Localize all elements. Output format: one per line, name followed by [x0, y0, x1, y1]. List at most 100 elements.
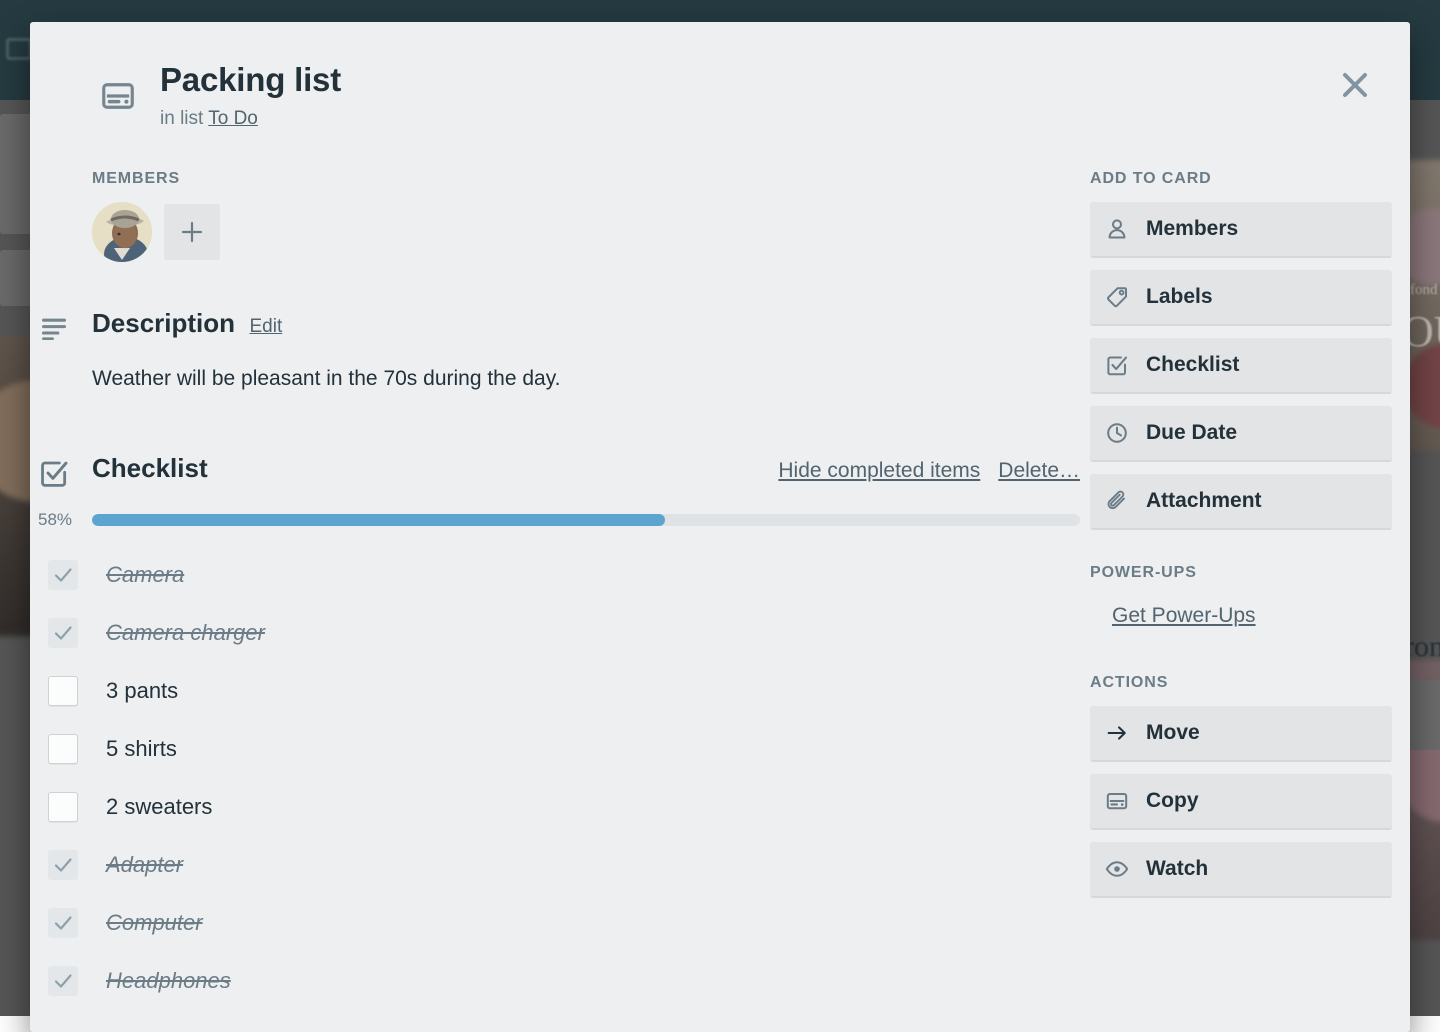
checklist-item[interactable]: 2 sweaters	[38, 778, 1080, 836]
checklist-progress: 58%	[38, 510, 1080, 530]
card-main-column: MEMBERS	[92, 170, 1080, 1010]
page-title: Packing list	[160, 62, 1410, 98]
power-ups-group: POWER-UPS Get Power-Ups	[1090, 564, 1392, 628]
sidebar-button-watch[interactable]: Watch	[1090, 842, 1392, 898]
checklist-item[interactable]: Camera charger	[38, 604, 1080, 662]
sidebar-button-due-date[interactable]: Due Date	[1090, 406, 1392, 462]
check-mark-icon	[52, 564, 74, 586]
checkbox-unchecked-icon[interactable]	[48, 792, 78, 822]
sidebar-button-label: Checklist	[1146, 353, 1239, 377]
checklist-header: Checklist Hide completed items Delete…	[92, 453, 1080, 484]
avatar-photo	[92, 202, 152, 262]
sidebar-button-label: Move	[1146, 721, 1200, 745]
checkbox-checked-icon[interactable]	[48, 618, 78, 648]
board-text-fragment: fond	[1410, 282, 1438, 299]
card-body: MEMBERS	[30, 170, 1410, 1010]
members-label: MEMBERS	[92, 170, 1080, 188]
description-edit-link[interactable]: Edit	[249, 316, 282, 337]
get-power-ups-link[interactable]: Get Power-Ups	[1112, 604, 1256, 628]
add-to-card-label: ADD TO CARD	[1090, 170, 1392, 188]
checklist-icon	[38, 457, 70, 489]
sidebar-button-label: Copy	[1146, 789, 1199, 813]
sidebar-button-checklist[interactable]: Checklist	[1090, 338, 1392, 394]
checkbox-checked-icon[interactable]	[48, 908, 78, 938]
checklist-item-label: 3 pants	[106, 678, 178, 704]
add-to-card-group: ADD TO CARD Members Labels Checklist Due Da…	[1090, 170, 1392, 530]
sidebar-button-members[interactable]: Members	[1090, 202, 1392, 258]
clock-icon	[1104, 420, 1130, 446]
sidebar-button-copy[interactable]: Copy	[1090, 774, 1392, 830]
checklist-item-label: 2 sweaters	[106, 794, 212, 820]
checklist-item-label: Headphones	[106, 968, 231, 994]
board-topbar-icon	[6, 38, 32, 60]
list-name-link[interactable]: To Do	[208, 108, 258, 129]
members-section: MEMBERS	[92, 170, 1080, 262]
description-text: Weather will be pleasant in the 70s duri…	[92, 365, 1080, 393]
arrow-right-icon	[1104, 720, 1130, 746]
checklist-item[interactable]: Camera	[38, 546, 1080, 604]
card-sidebar: ADD TO CARD Members Labels Checklist Due Da…	[1090, 170, 1392, 1010]
add-to-card-buttons: Members Labels Checklist Due Date Attachment	[1090, 202, 1392, 530]
checklist-item-label: Camera	[106, 562, 184, 588]
description-title: Description	[92, 308, 235, 338]
power-ups-label: POWER-UPS	[1090, 564, 1392, 582]
checklist-item[interactable]: Headphones	[38, 952, 1080, 1010]
card-icon	[100, 78, 136, 114]
actions-label: ACTIONS	[1090, 674, 1392, 692]
checklist-item-label: Computer	[106, 910, 203, 936]
card-detail-modal: Packing list in list To Do MEMBERS	[30, 22, 1410, 1032]
checklist-icon-glyph	[38, 457, 70, 489]
checkbox-checked-icon[interactable]	[48, 560, 78, 590]
description-lines-icon-glyph	[38, 312, 70, 344]
eye-icon	[1104, 856, 1130, 882]
card-header: Packing list in list To Do	[30, 22, 1410, 130]
members-row	[92, 202, 1080, 262]
checklist-section: Checklist Hide completed items Delete… 5…	[92, 453, 1080, 1010]
sidebar-button-label: Members	[1146, 217, 1238, 241]
paperclip-icon	[1104, 488, 1130, 514]
action-buttons: Move Copy Watch	[1090, 706, 1392, 898]
card-breadcrumb: in list To Do	[160, 108, 1410, 130]
sidebar-button-label: Due Date	[1146, 421, 1237, 445]
check-mark-icon	[52, 622, 74, 644]
check-mark-icon	[52, 912, 74, 934]
checklist-item[interactable]: 5 shirts	[38, 720, 1080, 778]
person-icon	[1104, 216, 1130, 242]
checklist-item-label: Camera charger	[106, 620, 265, 646]
checkbox-unchecked-icon[interactable]	[48, 676, 78, 706]
sidebar-button-label: Labels	[1146, 285, 1213, 309]
plus-icon	[181, 221, 203, 243]
progress-fill	[92, 514, 665, 526]
checklist-item[interactable]: 3 pants	[38, 662, 1080, 720]
checklist-item-label: 5 shirts	[106, 736, 177, 762]
checklist-item[interactable]: Adapter	[38, 836, 1080, 894]
sidebar-button-move[interactable]: Move	[1090, 706, 1392, 762]
in-list-prefix: in list	[160, 108, 203, 129]
checklist-title: Checklist	[92, 453, 208, 484]
avatar[interactable]	[92, 202, 152, 262]
checklist-item[interactable]: Computer	[38, 894, 1080, 952]
check-mark-icon	[52, 970, 74, 992]
sidebar-button-attachment[interactable]: Attachment	[1090, 474, 1392, 530]
checkbox-unchecked-icon[interactable]	[48, 734, 78, 764]
description-section: Description Edit Weather will be pleasan…	[92, 308, 1080, 393]
checkbox-icon	[1104, 352, 1130, 378]
tag-icon	[1104, 284, 1130, 310]
board-card	[1408, 680, 1440, 750]
card-icon	[1104, 788, 1130, 814]
delete-checklist-link[interactable]: Delete…	[998, 459, 1080, 483]
card-icon-glyph	[100, 78, 136, 114]
checkbox-checked-icon[interactable]	[48, 966, 78, 996]
sidebar-button-labels[interactable]: Labels	[1090, 270, 1392, 326]
sidebar-button-label: Watch	[1146, 857, 1208, 881]
progress-track	[92, 514, 1080, 526]
checklist-items: Camera Camera charger 3 pants 5 shirts 2 swe…	[38, 546, 1080, 1010]
check-mark-icon	[52, 854, 74, 876]
sidebar-button-label: Attachment	[1146, 489, 1262, 513]
actions-group: ACTIONS Move Copy Watch	[1090, 674, 1392, 898]
add-member-button[interactable]	[164, 204, 220, 260]
checklist-item-label: Adapter	[106, 852, 183, 878]
checkbox-checked-icon[interactable]	[48, 850, 78, 880]
description-lines-icon	[38, 312, 70, 344]
hide-completed-items-link[interactable]: Hide completed items	[778, 459, 980, 483]
